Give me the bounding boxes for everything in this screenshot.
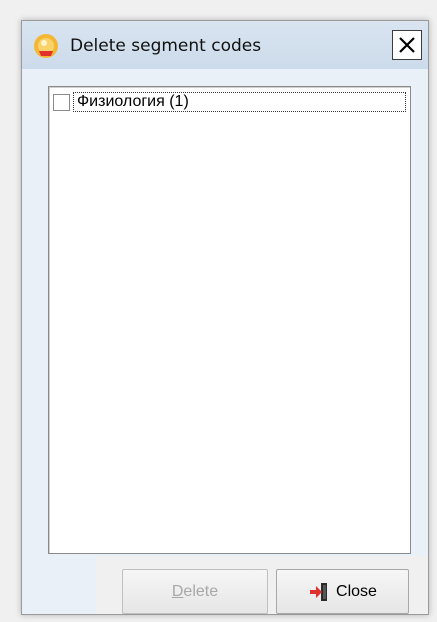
delete-segment-codes-dialog: Delete segment codes Физиология (1) Dele… [21,20,429,615]
segment-codes-list[interactable]: Физиология (1) [48,86,411,554]
close-label: Close [336,582,377,600]
app-logo-icon [34,34,58,58]
close-window-button[interactable] [392,30,422,60]
dialog-title: Delete segment codes [70,36,262,56]
exit-door-icon [310,582,328,601]
list-item[interactable]: Физиология (1) [53,91,406,113]
button-bar: Delete Close [96,556,428,614]
title-bar: Delete segment codes [22,21,428,69]
delete-mnemonic: D [171,582,184,600]
item-checkbox[interactable] [53,93,70,111]
close-icon [399,37,415,53]
item-label[interactable]: Физиология (1) [73,92,406,112]
delete-button[interactable]: Delete [122,569,268,614]
close-button[interactable]: Close [276,569,409,614]
delete-label: elete [183,582,219,600]
